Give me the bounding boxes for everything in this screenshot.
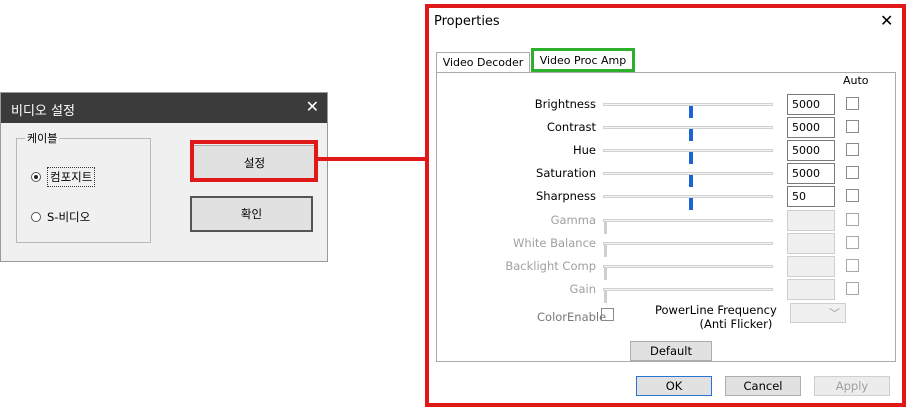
- property-row: Gamma: [425, 210, 906, 234]
- radio-composite-label: 컴포지트: [47, 167, 96, 187]
- cancel-button[interactable]: Cancel: [725, 376, 801, 396]
- cable-group-label: 케이블: [25, 130, 60, 146]
- property-value-field[interactable]: 5000: [787, 117, 835, 138]
- property-label: Sharpness: [535, 189, 596, 203]
- property-label: Gamma: [550, 213, 596, 227]
- color-enable-checkbox[interactable]: [601, 308, 614, 321]
- property-row: Gain: [425, 279, 906, 303]
- slider-thumb[interactable]: [604, 268, 607, 280]
- property-slider[interactable]: [603, 265, 773, 280]
- video-settings-dialog: 비디오 설정 ✕ 케이블 컴포지트 S-비디오 설정 확인: [0, 92, 328, 262]
- close-icon[interactable]: ✕: [306, 97, 319, 116]
- property-label: Saturation: [536, 166, 596, 180]
- auto-checkbox[interactable]: [846, 143, 859, 156]
- dialog-title: 비디오 설정: [11, 104, 75, 119]
- radio-unselected-icon[interactable]: [31, 212, 41, 222]
- tab-video-decoder[interactable]: Video Decoder: [436, 52, 530, 72]
- powerline-select[interactable]: ﹀: [790, 303, 846, 323]
- powerline-label-line2: (Anti Flicker): [699, 317, 773, 331]
- auto-checkbox[interactable]: [846, 120, 859, 133]
- property-slider[interactable]: [603, 195, 773, 210]
- auto-checkbox[interactable]: [846, 97, 859, 110]
- property-slider[interactable]: [603, 172, 773, 187]
- property-row: Hue 5000: [425, 140, 906, 164]
- slider-thumb[interactable]: [689, 198, 693, 210]
- chevron-down-icon: ﹀: [829, 307, 840, 320]
- slider-thumb[interactable]: [689, 175, 693, 187]
- property-row: Sharpness 50: [425, 186, 906, 210]
- callout-connector-line: [318, 157, 428, 161]
- property-slider[interactable]: [603, 103, 773, 118]
- property-label: Backlight Comp: [505, 259, 596, 273]
- tab-video-proc-amp[interactable]: Video Proc Amp: [531, 48, 635, 72]
- property-slider[interactable]: [603, 288, 773, 303]
- properties-dialog: Properties ✕ Video Decoder Video Proc Am…: [425, 4, 906, 407]
- property-row: Saturation 5000: [425, 163, 906, 187]
- close-icon[interactable]: ✕: [880, 11, 893, 30]
- property-label: Gain: [569, 282, 596, 296]
- property-row: White Balance: [425, 233, 906, 257]
- property-value-field[interactable]: [787, 279, 835, 300]
- property-label: Hue: [572, 143, 596, 157]
- auto-column-header: Auto: [843, 74, 869, 87]
- property-slider[interactable]: [603, 242, 773, 257]
- radio-svideo-label: S-비디오: [47, 210, 91, 224]
- slider-thumb[interactable]: [604, 291, 607, 303]
- property-row: Backlight Comp: [425, 256, 906, 280]
- property-label: White Balance: [513, 236, 596, 250]
- powerline-label-line1: PowerLine Frequency: [655, 303, 777, 317]
- property-label: Brightness: [534, 97, 596, 111]
- property-value-field[interactable]: [787, 256, 835, 277]
- color-enable-label: ColorEnable: [537, 310, 607, 324]
- slider-thumb[interactable]: [689, 129, 693, 141]
- radio-svideo[interactable]: S-비디오: [31, 209, 90, 225]
- ok-button[interactable]: 확인: [190, 196, 313, 232]
- properties-title: Properties: [434, 14, 500, 29]
- property-value-field[interactable]: [787, 210, 835, 231]
- property-slider[interactable]: [603, 126, 773, 141]
- property-slider[interactable]: [603, 219, 773, 234]
- auto-checkbox[interactable]: [846, 166, 859, 179]
- property-row: Contrast 5000: [425, 117, 906, 141]
- default-button[interactable]: Default: [630, 341, 712, 361]
- property-value-field[interactable]: [787, 233, 835, 254]
- slider-thumb[interactable]: [604, 245, 607, 257]
- slider-thumb[interactable]: [689, 106, 693, 118]
- apply-button[interactable]: Apply: [814, 376, 890, 396]
- ok-button[interactable]: OK: [636, 376, 712, 396]
- settings-button[interactable]: 설정: [193, 145, 316, 181]
- property-slider[interactable]: [603, 149, 773, 164]
- property-value-field[interactable]: 5000: [787, 140, 835, 161]
- property-value-field[interactable]: 5000: [787, 94, 835, 115]
- property-label: Contrast: [546, 120, 596, 134]
- auto-checkbox[interactable]: [846, 282, 859, 295]
- video-settings-titlebar: 비디오 설정 ✕: [1, 93, 327, 123]
- radio-composite[interactable]: 컴포지트: [31, 167, 96, 187]
- property-value-field[interactable]: 5000: [787, 163, 835, 184]
- cable-group: 케이블 컴포지트 S-비디오: [16, 130, 151, 243]
- auto-checkbox[interactable]: [846, 189, 859, 202]
- radio-selected-icon[interactable]: [31, 172, 41, 182]
- slider-thumb[interactable]: [604, 222, 607, 234]
- slider-thumb[interactable]: [689, 152, 693, 164]
- auto-checkbox[interactable]: [846, 236, 859, 249]
- property-value-field[interactable]: 50: [787, 186, 835, 207]
- auto-checkbox[interactable]: [846, 213, 859, 226]
- property-row: Brightness 5000: [425, 94, 906, 118]
- powerline-label: PowerLine Frequency (Anti Flicker): [655, 303, 777, 331]
- auto-checkbox[interactable]: [846, 259, 859, 272]
